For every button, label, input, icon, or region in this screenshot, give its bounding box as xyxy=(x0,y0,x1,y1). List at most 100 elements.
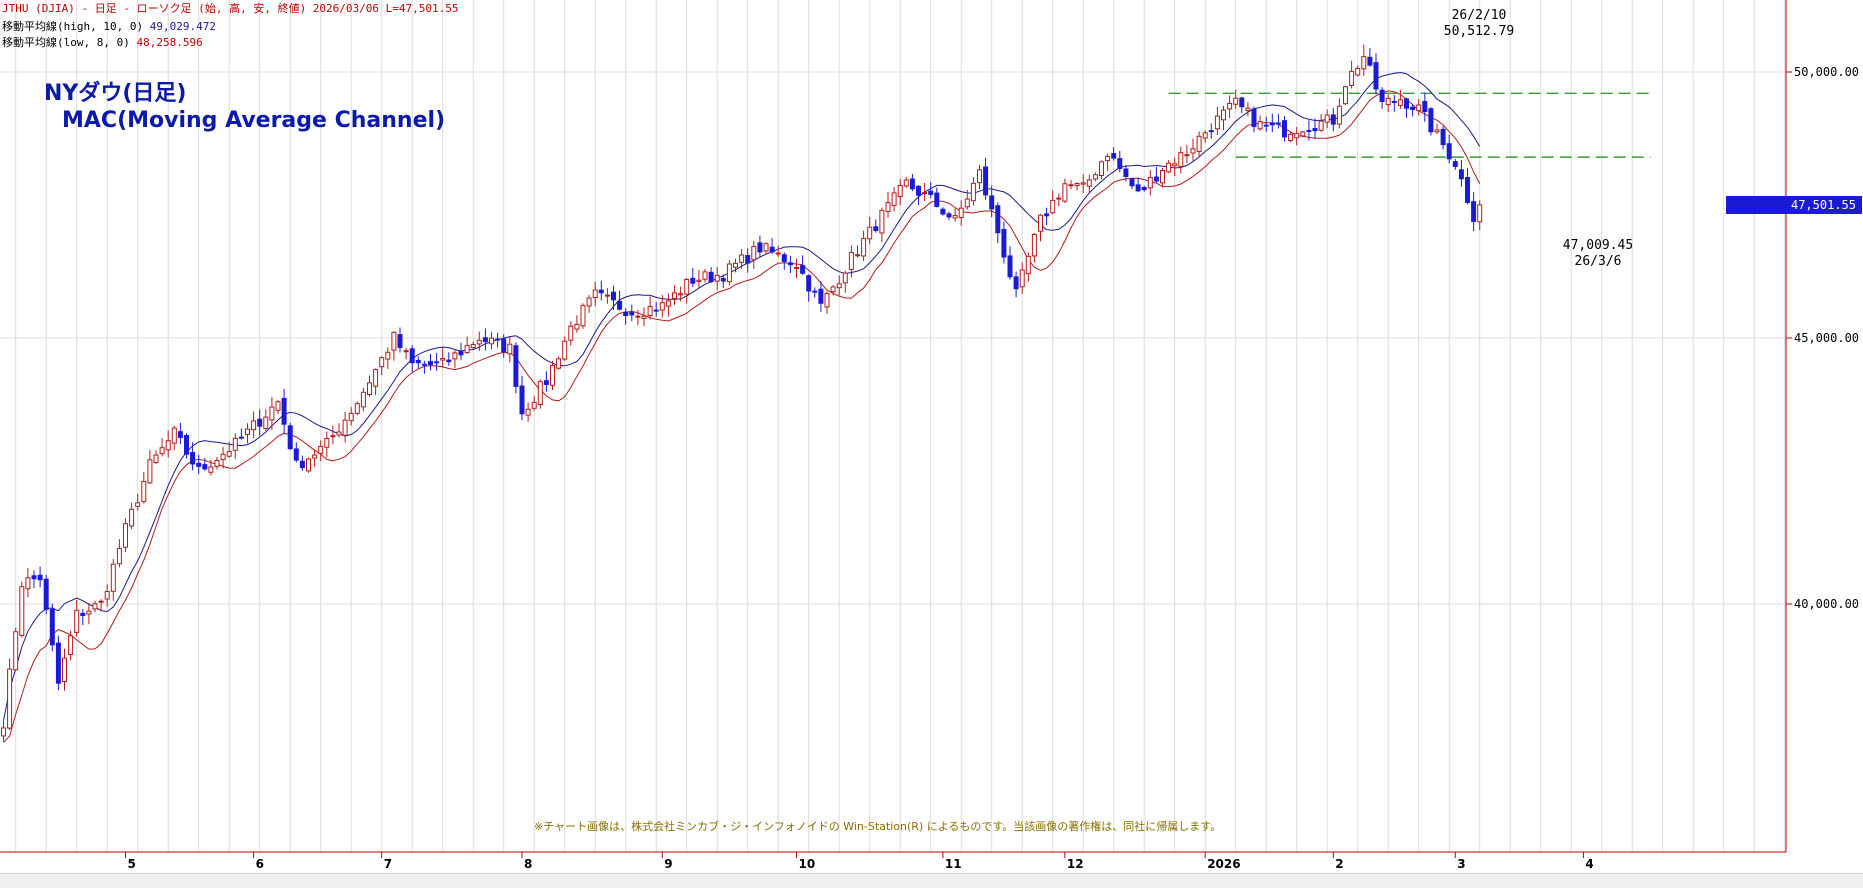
candle xyxy=(1056,193,1062,207)
candle-body xyxy=(659,302,665,311)
y-axis-ticks: 40,000.00 45,000.00 50,000.00 xyxy=(1786,65,1859,611)
candle-body xyxy=(1306,130,1312,133)
candle xyxy=(232,433,238,459)
candle xyxy=(1434,123,1440,135)
candle-body xyxy=(720,277,726,282)
candle xyxy=(855,245,860,258)
candles xyxy=(1,44,1483,743)
candle xyxy=(177,422,183,445)
candle-body xyxy=(391,331,397,351)
candle xyxy=(531,395,537,411)
candle xyxy=(812,287,818,298)
candle xyxy=(989,185,995,218)
candle-body xyxy=(1147,177,1153,189)
candle xyxy=(1355,65,1361,77)
candle-body xyxy=(13,631,19,671)
candle-body xyxy=(562,340,568,360)
horizontal-scrollbar[interactable] xyxy=(0,873,1863,888)
candle-body xyxy=(873,226,879,232)
annotation-high-date: 26/2/10 xyxy=(1451,8,1507,23)
candle xyxy=(794,258,799,279)
y-tick-label: 50,000.00 xyxy=(1794,65,1859,79)
candle-body xyxy=(1318,120,1324,131)
candle-body xyxy=(1172,163,1178,167)
candle xyxy=(891,187,897,212)
candle-body xyxy=(1397,99,1403,106)
candle-body xyxy=(1410,106,1416,110)
candle xyxy=(43,574,49,615)
candle-body xyxy=(995,205,1001,234)
candle xyxy=(537,379,543,409)
candle-body xyxy=(1178,152,1184,167)
candle-body xyxy=(1092,174,1098,180)
candle xyxy=(299,455,305,471)
candle-body xyxy=(214,459,220,467)
candle xyxy=(1440,125,1446,150)
candle xyxy=(1019,262,1025,294)
candle-body xyxy=(336,431,342,436)
candle xyxy=(1025,252,1031,283)
candle-body xyxy=(1245,107,1251,111)
candle xyxy=(440,348,446,368)
candle xyxy=(86,602,92,625)
candle xyxy=(385,347,391,369)
candle xyxy=(263,409,269,432)
candle xyxy=(1245,102,1251,117)
candle xyxy=(110,558,116,601)
candle-body xyxy=(800,265,806,274)
candle xyxy=(464,336,470,355)
candle xyxy=(1086,174,1092,193)
candle-body xyxy=(1294,133,1300,139)
candle xyxy=(489,331,494,350)
candle-body xyxy=(1269,122,1275,126)
last-price-badge: 47,501.55 xyxy=(1726,196,1862,214)
ma-high-value: 49,029.472 xyxy=(149,20,216,33)
candle xyxy=(568,321,574,346)
candle-body xyxy=(7,668,13,729)
x-tick-label: 9 xyxy=(664,857,672,871)
candle-body xyxy=(1275,122,1281,125)
candle-body xyxy=(434,361,440,364)
candle-body xyxy=(1031,233,1037,257)
candle-body xyxy=(1440,128,1446,146)
candle xyxy=(604,288,610,304)
candle xyxy=(781,252,787,270)
candle xyxy=(1202,130,1208,143)
candle xyxy=(1111,147,1117,161)
candle-body xyxy=(129,508,135,527)
candle-body xyxy=(623,311,629,317)
candle xyxy=(336,423,342,438)
candle xyxy=(897,179,903,206)
candle xyxy=(1324,109,1330,129)
candle-body xyxy=(135,502,141,507)
candle-body xyxy=(226,451,232,457)
y-tick-label: 40,000.00 xyxy=(1794,597,1859,611)
candle-body xyxy=(482,337,488,343)
candle xyxy=(1141,185,1147,192)
candle xyxy=(348,407,354,426)
candle xyxy=(159,438,165,457)
candle-body xyxy=(312,454,318,459)
candle-body xyxy=(1446,143,1452,160)
annotation-high: 26/2/10 50,512.79 xyxy=(1424,8,1534,40)
candle xyxy=(74,599,80,637)
candle-body xyxy=(733,262,738,268)
candle xyxy=(909,173,915,192)
candle-body xyxy=(1428,108,1434,133)
candle xyxy=(184,433,189,459)
candle-body xyxy=(1123,168,1129,177)
candle xyxy=(934,187,940,208)
candle xyxy=(129,502,135,530)
candle xyxy=(1221,105,1226,131)
candle xyxy=(1294,127,1300,146)
candle xyxy=(1172,157,1178,177)
candle-body xyxy=(62,657,67,683)
candle-body xyxy=(891,192,897,206)
candle-body xyxy=(1,727,6,737)
candle xyxy=(342,412,348,443)
candle-body xyxy=(1214,115,1220,130)
candle xyxy=(690,267,696,288)
candle-body xyxy=(501,338,507,353)
candle-body xyxy=(586,297,592,307)
candle-body xyxy=(629,312,635,316)
